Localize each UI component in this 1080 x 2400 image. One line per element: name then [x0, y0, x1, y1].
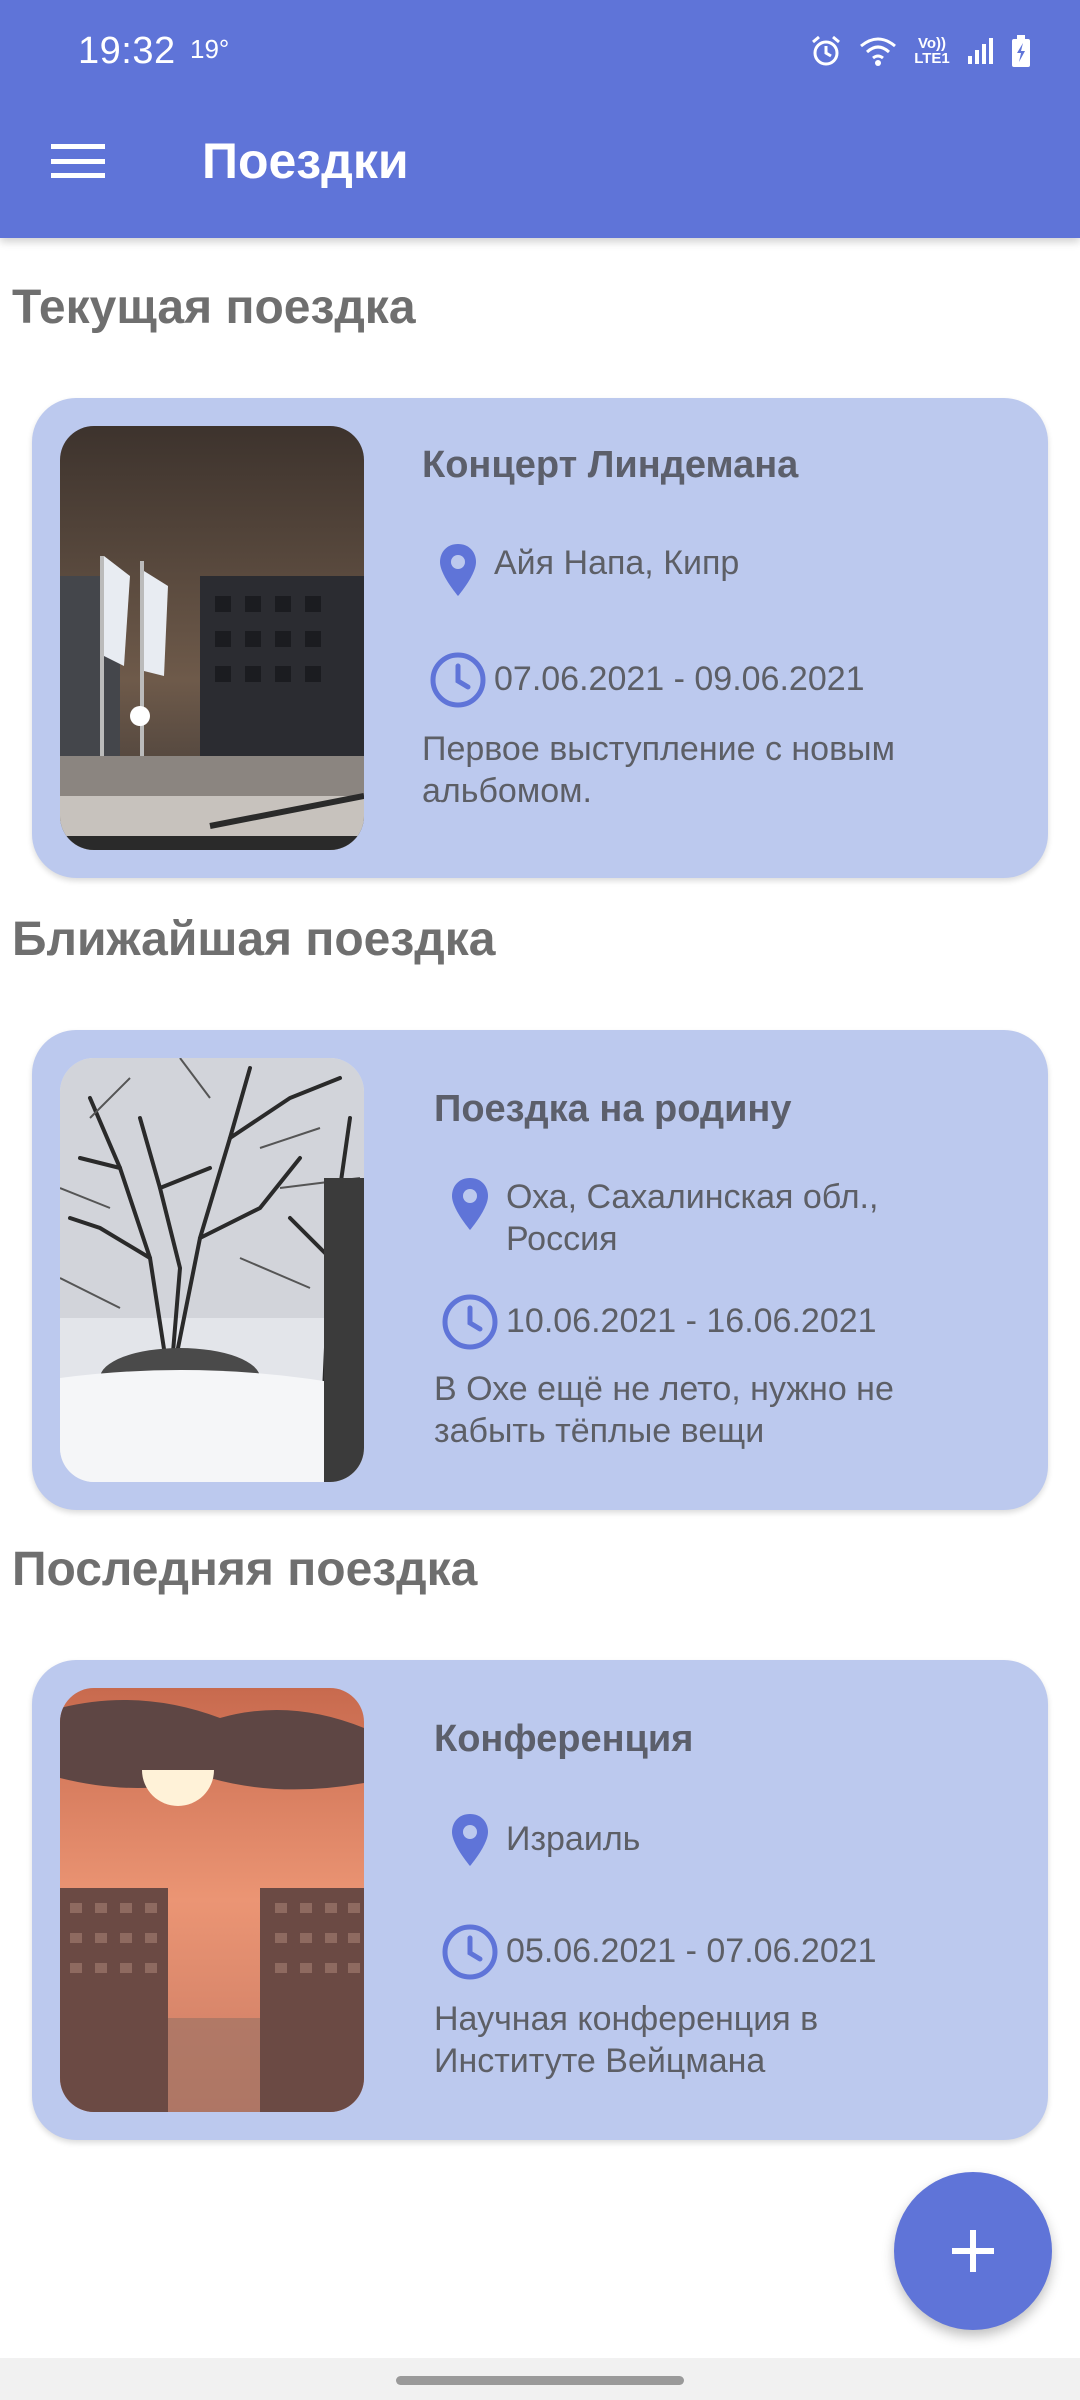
trip-description-line: Научная конференция в	[434, 2000, 819, 2038]
trip-location-row: Израиль	[434, 1812, 640, 1872]
trip-description-line: Первое выступление с новым	[422, 730, 895, 768]
location-pin-icon	[452, 1178, 488, 1230]
trip-title: Конференция	[434, 1718, 694, 1760]
trip-dates: 05.06.2021 - 07.06.2021	[506, 1932, 877, 1970]
trip-description-line: В Охе ещё не лето, нужно не	[434, 1370, 894, 1408]
trip-location-line: Айя Напа, Кипр	[494, 544, 740, 582]
clock-icon	[430, 652, 486, 708]
trip-card-upcoming[interactable]: Поездка на родину Оха, Сахалинская обл.,…	[32, 1030, 1048, 1510]
trip-dates-row: 07.06.2021 - 09.06.2021	[422, 650, 865, 710]
status-time: 19:32	[78, 30, 176, 72]
trip-title: Поездка на родину	[434, 1088, 792, 1130]
location-pin-icon	[440, 544, 476, 596]
trip-photo	[60, 426, 364, 850]
trip-card-last[interactable]: Конференция Израиль 05.06.2021 - 07.06.2…	[32, 1660, 1048, 2140]
trip-description: Первое выступление с новым альбомом.	[422, 728, 982, 812]
trip-dates-row: 05.06.2021 - 07.06.2021	[434, 1922, 877, 1982]
clock-icon	[442, 1924, 498, 1980]
trip-dates-row: 10.06.2021 - 16.06.2021	[434, 1292, 877, 1352]
trip-photo	[60, 1688, 364, 2112]
trip-location-row: Оха, Сахалинская обл., Россия	[434, 1176, 878, 1260]
trip-dates: 10.06.2021 - 16.06.2021	[506, 1302, 877, 1340]
trip-location-row: Айя Напа, Кипр	[422, 542, 739, 602]
clock-icon	[442, 1294, 498, 1350]
trip-description-line: Институте Вейцмана	[434, 2042, 766, 2080]
section-title-last: Последняя поездка	[12, 1543, 478, 1596]
wifi-icon	[860, 37, 896, 66]
alarm-icon	[812, 35, 840, 66]
trip-photo	[60, 1058, 364, 1482]
page-title: Поездки	[202, 133, 409, 189]
trip-title: Концерт Линдемана	[422, 444, 799, 486]
location-pin-icon	[452, 1814, 488, 1866]
status-icons: Vo)) LTE1	[808, 30, 1032, 72]
plus-icon	[952, 2230, 994, 2272]
menu-icon	[51, 144, 105, 178]
section-title-current: Текущая поездка	[12, 281, 416, 334]
trip-dates: 07.06.2021 - 09.06.2021	[494, 660, 865, 698]
trip-description-line: забыть тёплые вещи	[434, 1412, 765, 1450]
trip-description-line: альбомом.	[422, 772, 592, 810]
trip-location-line: Россия	[506, 1220, 618, 1258]
trip-description: В Охе ещё не лето, нужно не забыть тёплы…	[434, 1368, 994, 1452]
battery-charging-icon	[1012, 35, 1030, 67]
trip-location-line: Оха, Сахалинская обл.,	[506, 1178, 879, 1216]
home-gesture-handle[interactable]	[396, 2376, 684, 2385]
section-title-upcoming: Ближайшая поездка	[12, 913, 496, 966]
status-temperature: 19°	[190, 34, 230, 64]
app-bar: 19:32 19° Vo)) LTE1 Поездки	[0, 0, 1080, 238]
add-trip-button[interactable]	[894, 2172, 1052, 2330]
trip-card-current[interactable]: Концерт Линдемана Айя Напа, Кипр 07.06.2…	[32, 398, 1048, 878]
signal-icon	[968, 38, 993, 64]
trip-description: Научная конференция в Институте Вейцмана	[434, 1998, 994, 2082]
trip-location-line: Израиль	[506, 1820, 641, 1858]
menu-button[interactable]	[34, 122, 122, 200]
navigation-bar	[0, 2358, 1080, 2400]
volte-indicator: Vo)) LTE1	[914, 35, 950, 67]
